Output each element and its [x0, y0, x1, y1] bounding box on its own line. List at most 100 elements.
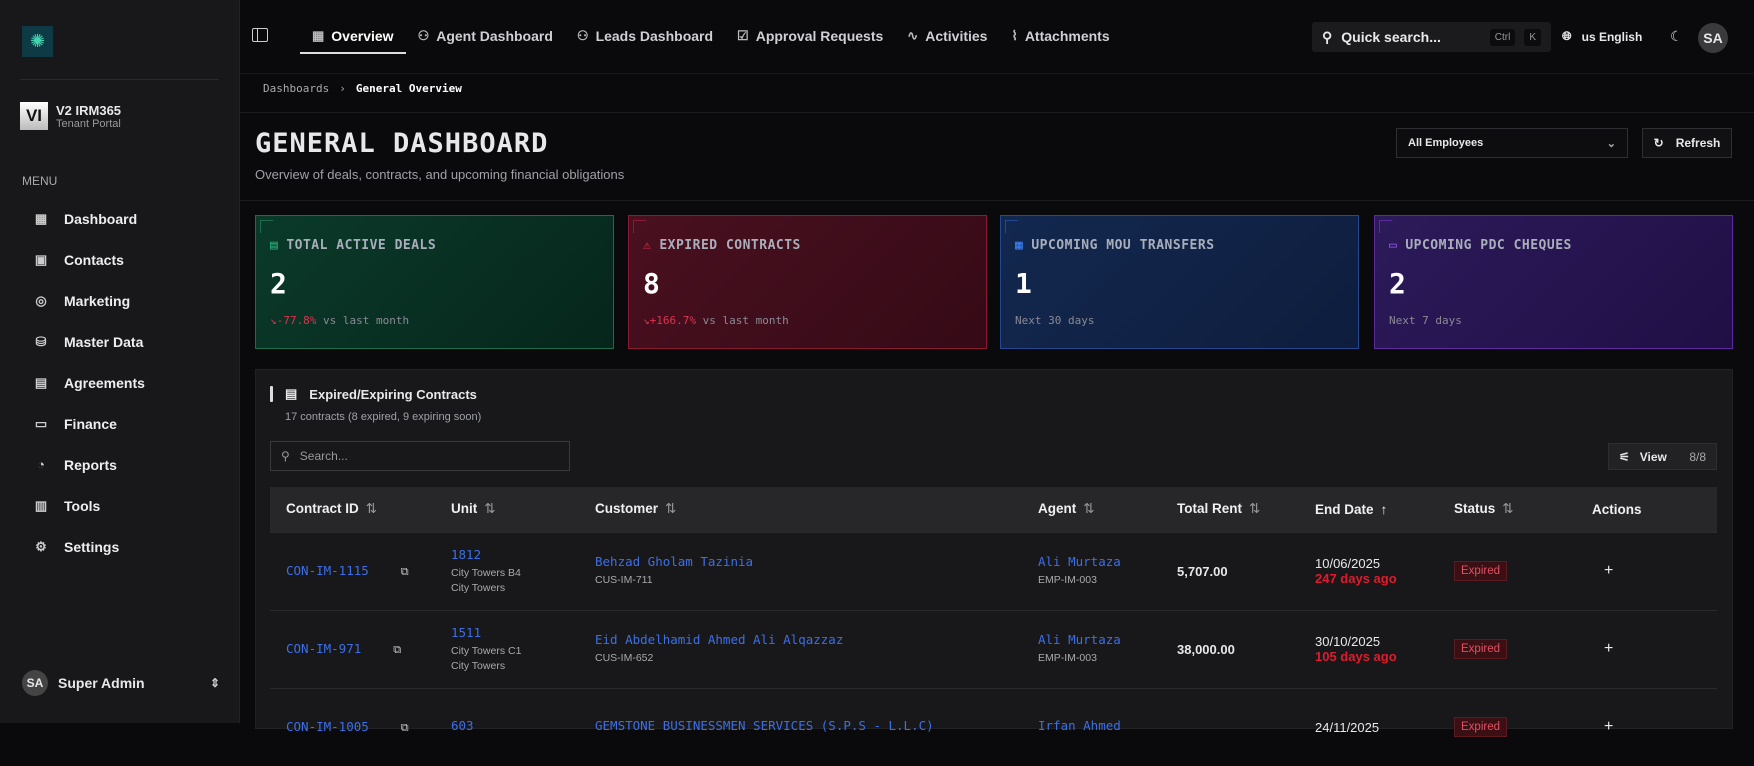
col-customer[interactable]: Customer ⇅	[579, 487, 1022, 532]
col-end-date[interactable]: End Date ↑	[1299, 487, 1438, 532]
agent-link[interactable]: Irfan Ahmed	[1038, 718, 1161, 733]
customer-link[interactable]: Behzad Gholam Tazinia	[595, 554, 1022, 569]
employee-filter-select[interactable]: All Employees ⌄	[1396, 128, 1628, 158]
unit-link[interactable]: 603	[451, 718, 579, 733]
accent-bar	[270, 386, 273, 402]
view-columns-button[interactable]: ⚟ View 8/8	[1608, 443, 1717, 470]
language-switcher[interactable]: 🌐︎ us English	[1562, 29, 1642, 44]
tenant-avatar: VI	[20, 102, 48, 130]
tab-label: Agent Dashboard	[436, 28, 553, 44]
total-rent: 5,707.00	[1161, 531, 1299, 610]
contracts-search-input[interactable]: ⚲ Search...	[270, 441, 570, 471]
tab-attachments[interactable]: ⌇ Attachments	[999, 20, 1121, 52]
customer-link[interactable]: GEMSTONE BUSINESSMEN SERVICES (S.P.S - L…	[595, 718, 1022, 733]
avatar[interactable]: SA	[1698, 23, 1728, 53]
agent-link[interactable]: Ali Murtaza	[1038, 632, 1161, 647]
tab-agent-dashboard[interactable]: ⚇ Agent Dashboard	[406, 20, 565, 52]
contract-id-link[interactable]: CON-IM-1115	[286, 563, 369, 578]
tenant-switcher[interactable]: VI V2 IRM365 Tenant Portal	[20, 102, 121, 130]
sidebar-item-marketing[interactable]: ◎ Marketing	[22, 280, 222, 321]
end-date: 30/10/2025	[1315, 634, 1381, 649]
tab-label: Activities	[925, 28, 988, 44]
days-ago: 247 days ago	[1315, 571, 1397, 586]
app-logo-icon[interactable]: ✺	[22, 26, 53, 57]
end-date: 24/11/2025	[1315, 719, 1380, 735]
sort-icon: ⇅	[665, 501, 677, 517]
top-nav: ▦ Overview ⚇ Agent Dashboard ⚇ Leads Dashbo…	[240, 0, 1754, 74]
search-icon: ⚲	[281, 449, 290, 463]
user-menu[interactable]: SA Super Admin ⇕	[22, 670, 220, 696]
calculator-icon: ▥	[34, 497, 48, 513]
sort-icon: ⇅	[1249, 501, 1261, 517]
document-icon: ▤	[270, 238, 279, 253]
clipboard-check-icon: ☑	[737, 28, 749, 43]
search-placeholder: Search...	[299, 449, 348, 463]
chevron-up-down-icon: ⇕	[209, 676, 220, 690]
panel-subtitle: 17 contracts (8 expired, 9 expiring soon…	[285, 411, 482, 423]
sidebar-item-label: Finance	[64, 415, 117, 432]
breadcrumb-current: General Overview	[355, 82, 462, 95]
breadcrumb-dashboards[interactable]: Dashboards	[263, 82, 329, 95]
col-total-rent[interactable]: Total Rent ⇅	[1161, 487, 1299, 532]
panel-title: Expired/Expiring Contracts	[309, 386, 477, 402]
page-title: GENERAL DASHBOARD	[255, 128, 549, 159]
sidebar-item-finance[interactable]: ▭ Finance	[22, 403, 222, 444]
expand-plus-icon[interactable]: +	[1576, 531, 1717, 610]
expand-plus-icon[interactable]: +	[1576, 609, 1717, 688]
unit-link[interactable]: 1511	[451, 625, 579, 640]
copy-icon[interactable]: ⧉	[401, 566, 409, 578]
gear-icon: ⚙	[35, 538, 47, 554]
contract-id-link[interactable]: CON-IM-1005	[286, 719, 369, 734]
col-contract-id[interactable]: Contract ID ⇅	[270, 487, 435, 532]
sidebar-item-master-data[interactable]: ⛁ Master Data	[22, 321, 222, 362]
quick-search-placeholder: Quick search...	[1341, 29, 1441, 45]
customer-link[interactable]: Eid Abdelhamid Ahmed Ali Alqazzaz	[595, 632, 1022, 647]
card-change: -77.8%	[276, 314, 317, 327]
sidebar-item-contacts[interactable]: ▣ Contacts	[22, 239, 222, 280]
sidebar-item-label: Contacts	[64, 251, 124, 268]
agent-link[interactable]: Ali Murtaza	[1038, 554, 1161, 569]
table-row: CON-IM-1005 ⧉ 603 GEMSTONE BUSINESSMEN SE…	[270, 687, 1717, 766]
chevron-down-icon: ⌄	[1606, 137, 1616, 150]
tab-approval-requests[interactable]: ☑ Approval Requests	[725, 20, 895, 52]
document-icon: ▤	[285, 386, 298, 401]
contracts-table: Contract ID ⇅ Unit ⇅ Customer ⇅ Agent ⇅ Tota…	[270, 487, 1717, 766]
divider	[240, 112, 1754, 113]
status-badge: Expired	[1454, 561, 1507, 581]
sidebar-item-label: Tools	[64, 497, 101, 514]
col-agent[interactable]: Agent ⇅	[1022, 487, 1161, 532]
tab-activities[interactable]: ∿ Activities	[895, 20, 999, 52]
sidebar-item-tools[interactable]: ▥ Tools	[22, 485, 222, 526]
kbd-k: K	[1524, 28, 1541, 46]
col-unit[interactable]: Unit ⇅	[435, 487, 579, 532]
refresh-label: Refresh	[1675, 136, 1721, 150]
total-rent	[1161, 687, 1299, 766]
sidebar-item-settings[interactable]: ⚙ Settings	[22, 526, 222, 567]
refresh-button[interactable]: ↻ Refresh	[1642, 128, 1732, 158]
sort-icon: ⇅	[1502, 501, 1514, 517]
sort-asc-icon: ↑	[1380, 501, 1388, 517]
tab-leads-dashboard[interactable]: ⚇ Leads Dashboard	[565, 20, 725, 52]
contracts-panel: ▤ Expired/Expiring Contracts 17 contracts…	[255, 369, 1733, 766]
sidebar-toggle-icon[interactable]	[252, 28, 268, 42]
view-label: View	[1639, 449, 1667, 464]
card-footer: vs last month	[702, 314, 789, 327]
days-ago: 105 days ago	[1315, 649, 1397, 664]
tab-overview[interactable]: ▦ Overview	[300, 20, 406, 54]
card-label: EXPIRED CONTRACTS	[659, 238, 801, 253]
menu-heading: MENU	[22, 174, 58, 188]
copy-icon[interactable]: ⧉	[393, 644, 401, 656]
sidebar: ✺ VI V2 IRM365 Tenant Portal MENU ▦ Dashb…	[0, 0, 240, 723]
copy-icon[interactable]: ⧉	[401, 722, 409, 734]
sidebar-item-reports[interactable]: ◔ Reports	[22, 444, 222, 485]
moon-icon[interactable]: ☾	[1670, 28, 1683, 45]
col-status[interactable]: Status ⇅	[1438, 487, 1576, 532]
contract-id-link[interactable]: CON-IM-971	[286, 641, 361, 656]
credit-card-icon: ▭	[1389, 238, 1398, 253]
sidebar-item-dashboard[interactable]: ▦ Dashboard	[22, 198, 222, 239]
trend-down-icon: ↘	[643, 314, 650, 327]
sidebar-item-agreements[interactable]: ▤ Agreements	[22, 362, 222, 403]
quick-search[interactable]: ⚲ Quick search... Ctrl K	[1312, 22, 1551, 52]
expand-plus-icon[interactable]: +	[1576, 687, 1717, 766]
unit-link[interactable]: 1812	[451, 547, 579, 562]
